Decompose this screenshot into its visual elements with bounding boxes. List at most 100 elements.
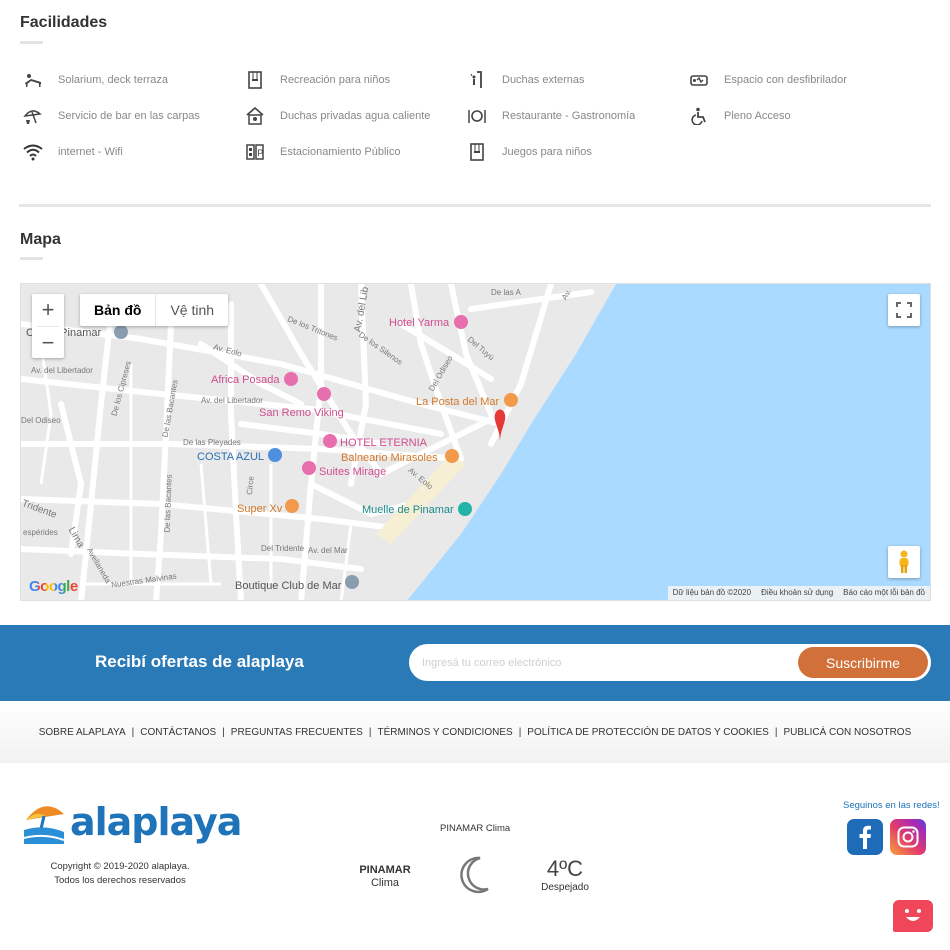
weather-city-sub: Clima — [370, 877, 400, 889]
facility-label: Duchas privadas agua caliente — [280, 110, 431, 122]
weather-description: Despejado — [541, 882, 589, 893]
kids-frame-icon — [242, 70, 268, 90]
footer-link-separator: | — [131, 726, 135, 738]
cutlery-icon — [464, 106, 490, 126]
facility-item: Restaurante - Gastronomía — [464, 104, 635, 128]
weather-temperature: 4ºC Despejado — [530, 856, 600, 893]
footer-link-separator: | — [774, 726, 778, 738]
facility-label: Restaurante - Gastronomía — [502, 110, 636, 122]
fullscreen-button[interactable] — [888, 294, 920, 326]
map-street-label: Del Odiseo — [21, 416, 61, 425]
footer-link-separator: | — [368, 726, 372, 738]
street-view-button[interactable] — [888, 546, 920, 578]
zoom-out-button[interactable]: − — [32, 327, 64, 359]
footer-link-privacy[interactable]: POLÍTICA DE PROTECCIÓN DE DATOS Y COOKIE… — [527, 727, 769, 738]
shower-icon — [464, 70, 490, 90]
map-poi-label[interactable]: Muelle de Pinamar — [362, 504, 454, 516]
map-poi-label[interactable]: Suites Mirage — [319, 466, 386, 478]
map-title: Mapa — [20, 231, 61, 248]
pegman-icon — [899, 550, 909, 573]
footer-link-advertise[interactable]: PUBLICÁ CON NOSOTROS — [783, 727, 911, 738]
copyright-line: Copyright © 2019-2020 alaplaya. — [50, 861, 190, 872]
subscribe-button[interactable]: Suscribirme — [798, 647, 928, 678]
footer-link-separator: | — [518, 726, 522, 738]
hot-shower-icon — [242, 106, 268, 126]
map-terms-link[interactable]: Điều khoản sử dụng — [756, 586, 838, 600]
map-canvas — [21, 284, 930, 600]
zoom-in-button[interactable]: + — [32, 294, 64, 326]
weather-city-name: PINAMAR — [359, 864, 411, 876]
copyright-text: Copyright © 2019-2020 alaplaya. Todos lo… — [30, 860, 210, 888]
facility-item: P Estacionamiento Público — [242, 140, 400, 164]
footer-link-contact[interactable]: CONTÁCTANOS — [140, 727, 216, 738]
footer-links-bar: SOBRE ALAPLAYA | CONTÁCTANOS | PREGUNTAS F… — [0, 701, 950, 763]
instagram-button[interactable] — [890, 819, 926, 855]
facility-item: Pleno Acceso — [686, 104, 791, 128]
footer-link-faq[interactable]: PREGUNTAS FRECUENTES — [231, 727, 363, 738]
map-street-label: De las Pleyades — [183, 438, 241, 447]
wifi-icon — [20, 142, 46, 162]
facility-label: Solarium, deck terraza — [58, 74, 169, 86]
temperature-value: 4ºC — [546, 856, 584, 881]
map-poi-label[interactable]: COSTA AZUL — [197, 451, 264, 463]
map-poi-label[interactable]: Balneario Mirasoles — [341, 452, 438, 464]
map-street-label: espérides — [23, 528, 58, 537]
parking-icon: P — [242, 142, 268, 162]
section-divider — [19, 204, 931, 207]
map-street-label: Av. del Mar — [308, 546, 348, 555]
facility-label: Espacio con desfibrilador — [724, 74, 847, 86]
map-street-label: Av. del Libertador — [31, 366, 93, 375]
footer-link-separator: | — [222, 726, 225, 738]
newsletter-form: Suscribirme — [409, 644, 931, 681]
footer-link-terms[interactable]: TÉRMINOS Y CONDICIONES — [377, 727, 512, 738]
footer-link-about[interactable]: SOBRE ALAPLAYA — [39, 727, 126, 738]
map-poi-label[interactable]: Africa Posada — [211, 374, 279, 386]
facility-label: Duchas externas — [502, 74, 585, 86]
facility-label: Estacionamiento Público — [280, 146, 401, 158]
newsletter-banner: Recibí ofertas de alaplaya Suscribirme — [0, 625, 950, 701]
facility-item: Duchas privadas agua caliente — [242, 104, 430, 128]
facebook-button[interactable] — [847, 819, 883, 855]
facility-item: Recreación para niños — [242, 68, 390, 92]
newsletter-email-input[interactable] — [422, 645, 792, 680]
map-report-link[interactable]: Báo cáo một lỗi bản đồ — [838, 586, 930, 600]
facebook-icon — [859, 825, 871, 849]
map-attribution: Dữ liệu bản đồ ©2020 Điều khoản sử dụng … — [667, 586, 930, 600]
google-logo[interactable]: Google — [29, 578, 78, 595]
facility-item: Servicio de bar en las carpas — [20, 104, 200, 128]
facility-item: Juegos para niños — [464, 140, 592, 164]
map-poi-label[interactable]: La Posta del Mar — [416, 396, 499, 408]
map-title-underline — [20, 257, 43, 260]
defibrillator-icon — [686, 70, 712, 90]
alaplaya-logo[interactable]: alaplaya — [24, 800, 242, 844]
facilities-title-underline — [20, 41, 43, 44]
facility-label: Servicio de bar en las carpas — [58, 110, 200, 122]
weather-location: PINAMAR Clima — [345, 864, 425, 890]
google-logo-text: Google — [29, 578, 78, 595]
social-title: Seguinos en las redes! — [843, 800, 940, 811]
map-poi-label[interactable]: Super Xv — [237, 503, 282, 515]
map-street-label: Av. del Libertador — [201, 396, 263, 405]
facility-item: Duchas externas — [464, 68, 585, 92]
chat-widget-button[interactable] — [893, 900, 933, 932]
wheelchair-icon — [686, 106, 712, 126]
beach-umbrella-logo-icon — [24, 806, 65, 844]
svg-text:P: P — [257, 148, 263, 158]
map-poi-label[interactable]: Hotel Yarma — [389, 317, 449, 329]
map-street-label: Circe — [245, 475, 256, 496]
umbrella-drink-icon — [20, 106, 46, 126]
map-type-map-button[interactable]: Bản đồ — [80, 294, 157, 326]
map-poi-label[interactable]: Boutique Club de Mar — [235, 580, 341, 592]
map-poi-label[interactable]: HOTEL ETERNIA — [340, 437, 427, 449]
map-widget[interactable]: Hotel Yarma Africa Posada San Remo Vikin… — [20, 283, 931, 601]
facility-item: internet - Wifi — [20, 140, 123, 164]
map-street-label: Del Tridente — [261, 544, 305, 553]
map-type-satellite-button[interactable]: Vệ tinh — [156, 294, 228, 326]
facility-label: internet - Wifi — [58, 146, 123, 158]
map-poi-label[interactable]: San Remo Viking — [259, 407, 344, 419]
map-data-credit: Dữ liệu bản đồ ©2020 — [672, 588, 752, 597]
moon-icon — [458, 855, 494, 900]
fullscreen-icon — [896, 302, 912, 318]
sunbed-icon — [20, 70, 46, 90]
facilities-title: Facilidades — [20, 14, 108, 31]
